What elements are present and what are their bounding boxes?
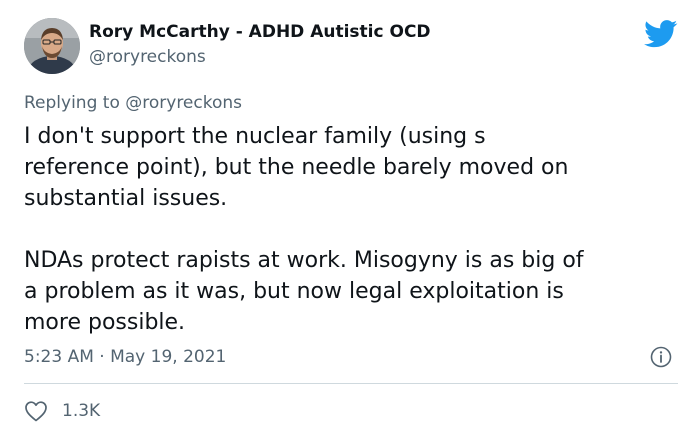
twitter-bird-icon[interactable] (644, 20, 678, 48)
tweet-timestamp[interactable]: 5:23 AM · May 19, 2021 (24, 347, 226, 367)
author-name[interactable]: Rory McCarthy - ADHD Autistic OCD (89, 22, 431, 42)
tweet-text: I don't support the nuclear family (usin… (24, 124, 584, 335)
divider (24, 383, 678, 384)
heart-icon (25, 401, 47, 422)
replying-to: Replying to @roryreckons (24, 93, 242, 113)
tweet-card: Rory McCarthy - ADHD Autistic OCD @roryr… (0, 0, 700, 439)
replying-to-prefix: Replying to (24, 93, 126, 113)
like-button[interactable]: 1.3K (24, 399, 100, 423)
replying-to-mention[interactable]: @roryreckons (125, 93, 242, 113)
like-count: 1.3K (62, 401, 101, 421)
author-handle[interactable]: @roryreckons (89, 47, 206, 67)
info-icon[interactable] (650, 346, 672, 368)
avatar[interactable] (24, 18, 80, 74)
